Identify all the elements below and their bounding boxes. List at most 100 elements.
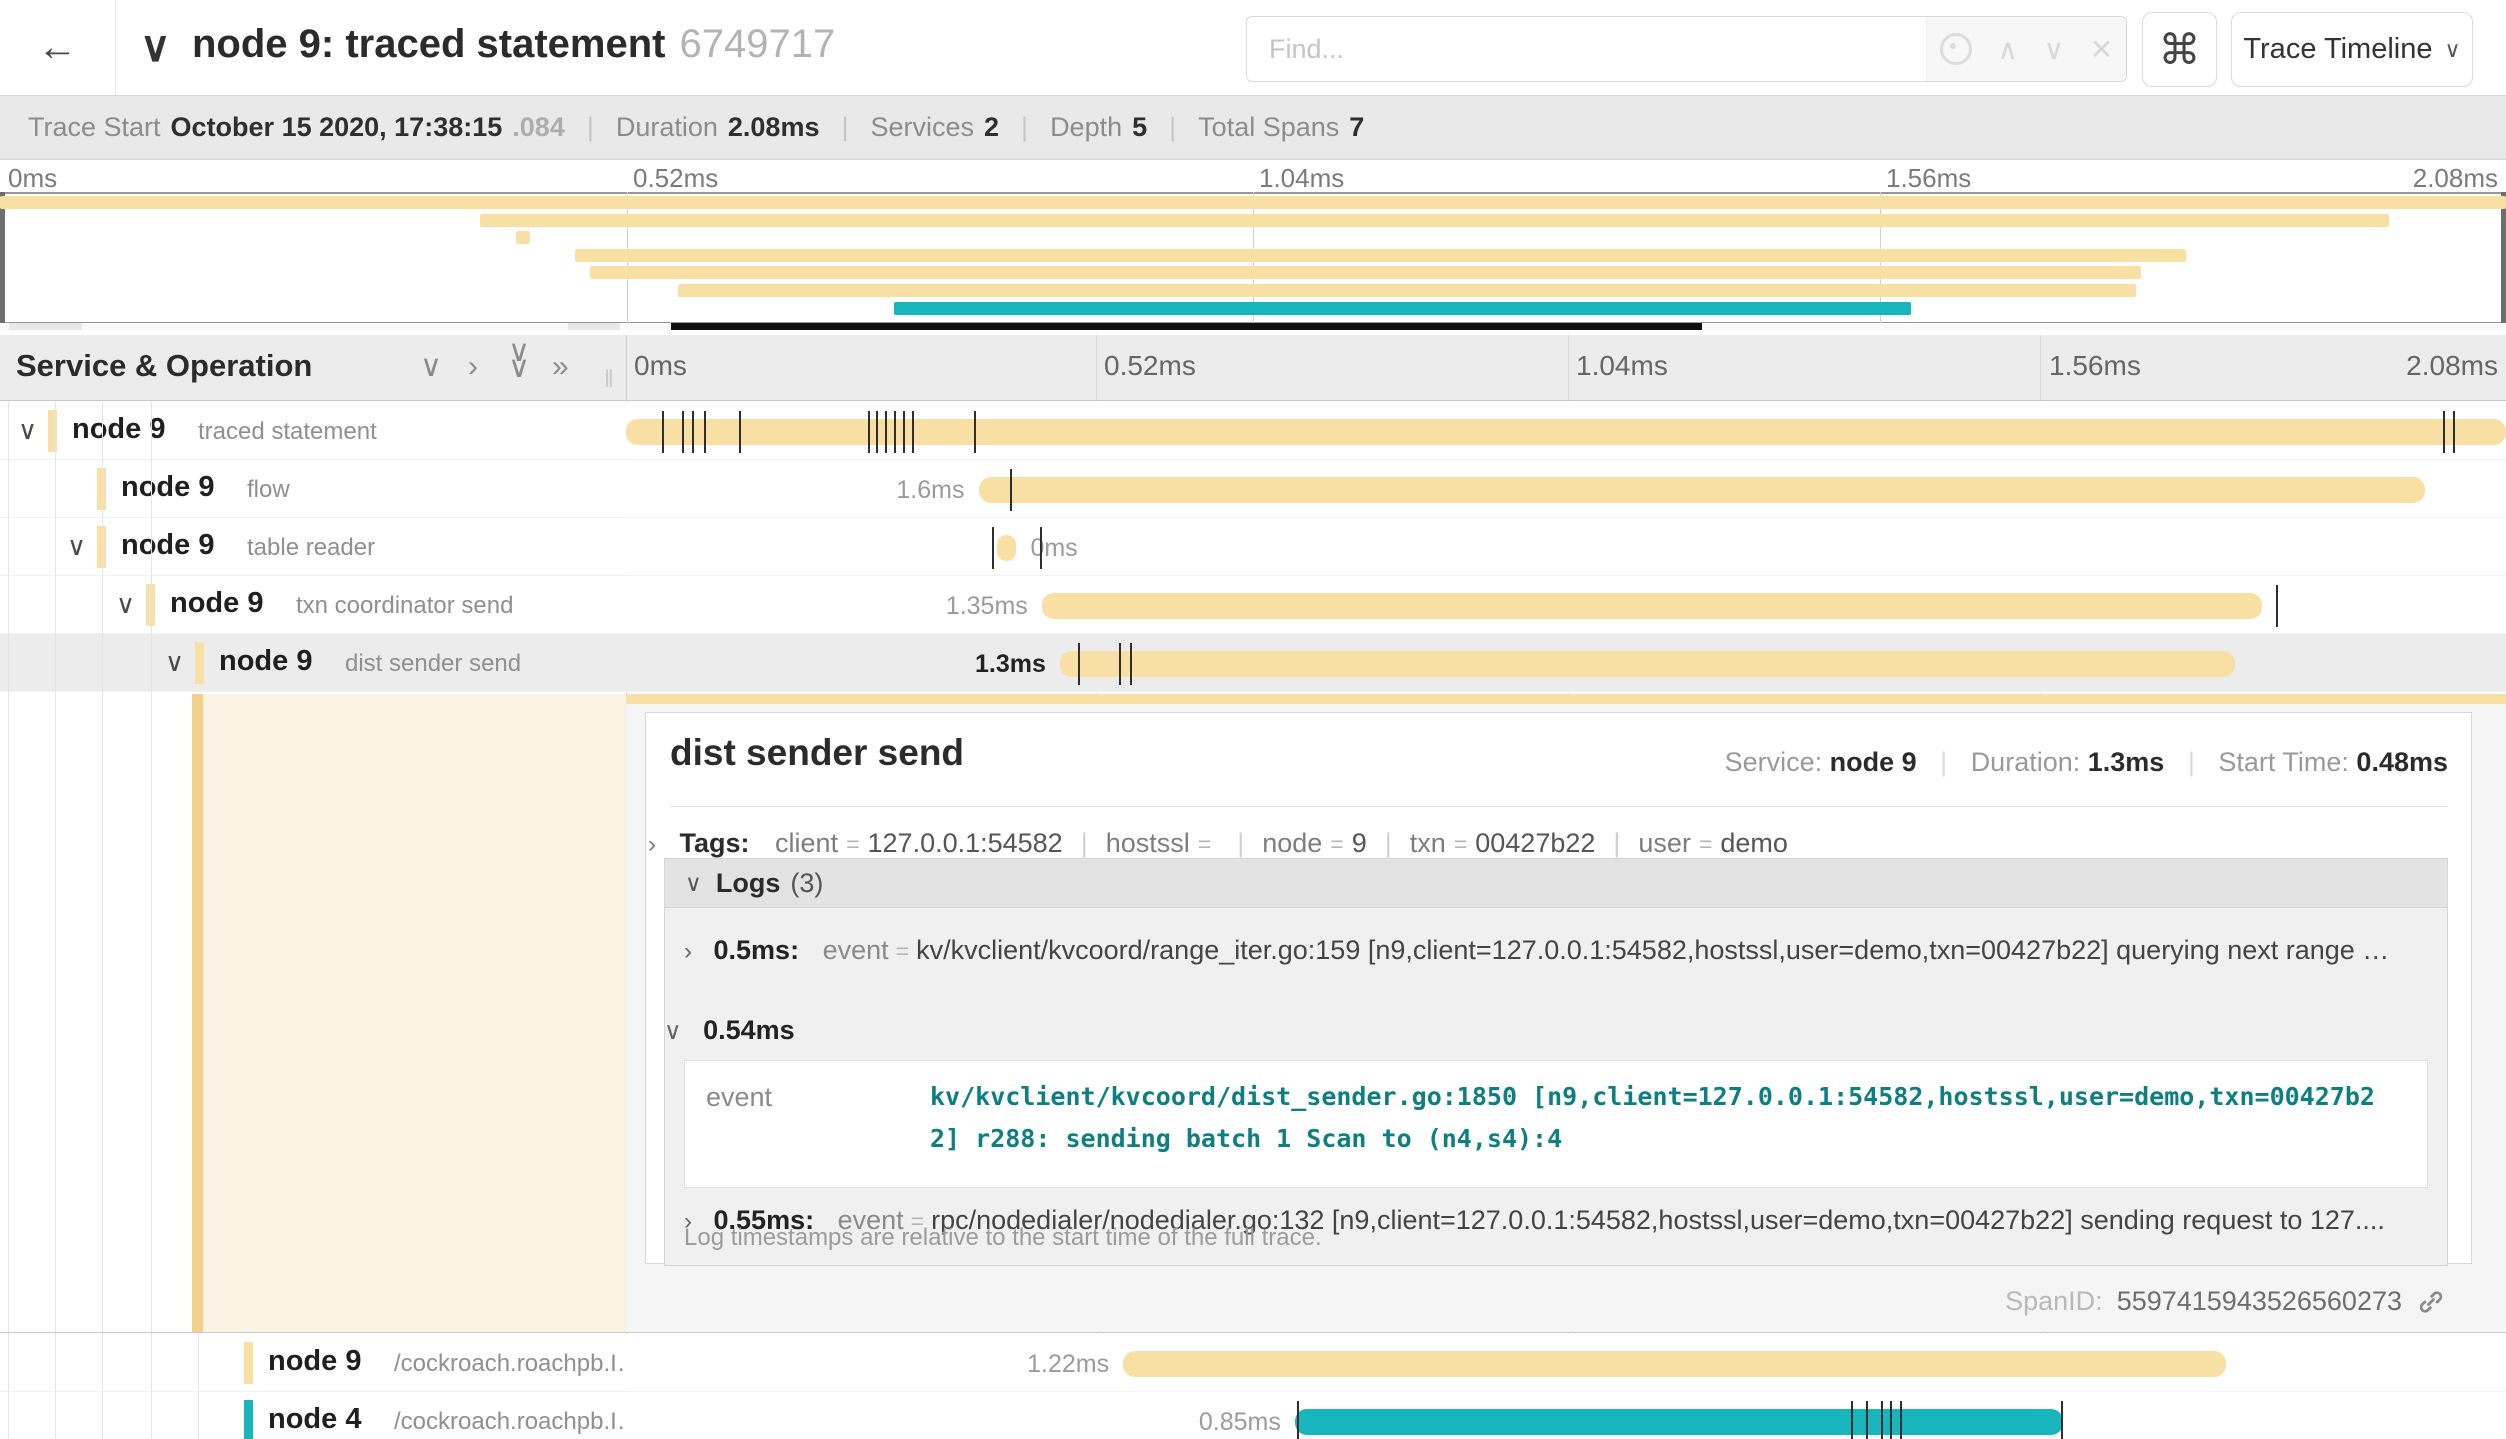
span-duration-bar[interactable] xyxy=(1042,593,2262,619)
minimap-span-bar xyxy=(480,214,2390,227)
timeline-axis-label: 0ms xyxy=(634,350,687,382)
log-marker-tick xyxy=(885,411,887,453)
trace-timeline-page: ← ∨ node 9: traced statement6749717 ∧ ∨ … xyxy=(0,0,2506,1439)
prev-match-icon[interactable]: ∧ xyxy=(1997,33,2018,66)
span-id-label: SpanID: xyxy=(2005,1286,2103,1317)
tag-value: 127.0.0.1:54582 xyxy=(868,828,1063,858)
logs-header[interactable]: ∨ Logs (3) xyxy=(664,858,2448,908)
minimap-left-handle[interactable] xyxy=(0,192,5,324)
find-input[interactable] xyxy=(1247,17,1926,81)
copy-link-icon[interactable] xyxy=(2416,1287,2446,1317)
find-bar: ∧ ∨ ✕ xyxy=(1246,16,2127,82)
span-service-name: node 9 xyxy=(219,645,312,678)
span-expand-chevron-icon[interactable]: ∨ xyxy=(165,647,184,678)
tag-key: node xyxy=(1262,828,1322,858)
tags-row[interactable]: › Tags: client=127.0.0.1:54582|hostssl=|… xyxy=(648,828,1788,859)
log-time: 0.54ms xyxy=(703,1015,795,1045)
log-marker-tick xyxy=(682,411,684,453)
log-time: 0.5ms: xyxy=(714,935,800,965)
span-duration-label: 1.22ms xyxy=(1027,1350,1109,1379)
next-match-icon[interactable]: ∨ xyxy=(2044,33,2065,66)
column-resize-grip[interactable]: ‖ xyxy=(604,366,616,394)
span-row-name[interactable]: node 9flow xyxy=(0,460,626,518)
span-duration-bar[interactable] xyxy=(626,419,2506,445)
equals-sign: = xyxy=(896,938,909,964)
keyboard-shortcuts-button[interactable]: ⌘ xyxy=(2142,12,2217,87)
span-row-timeline[interactable]: 1.6ms xyxy=(626,460,2506,518)
span-duration-bar[interactable] xyxy=(1295,1409,2063,1435)
span-row-name[interactable]: ∨node 9traced statement xyxy=(0,402,626,460)
timeline-gridline xyxy=(1568,335,1569,401)
span-color-bar xyxy=(244,1342,253,1384)
span-row-timeline[interactable]: 0.85ms xyxy=(626,1392,2506,1439)
trace-summary-bar: Trace Start October 15 2020, 17:38:15.08… xyxy=(0,95,2506,160)
trace-start-label: Trace Start xyxy=(28,112,161,143)
expand-one-icon[interactable]: › xyxy=(468,352,478,382)
view-selector-label: Trace Timeline xyxy=(2243,33,2432,66)
back-button[interactable]: ← xyxy=(0,0,116,95)
span-duration-bar[interactable] xyxy=(1123,1351,2226,1377)
span-detail-meta: Service: node 9 | Duration: 1.3ms | Star… xyxy=(1725,747,2448,778)
span-duration-bar[interactable] xyxy=(1060,651,2235,677)
tag-key: hostssl xyxy=(1106,828,1190,858)
page-title: node 9: traced statement6749717 xyxy=(192,22,835,67)
span-duration-bar[interactable] xyxy=(979,477,2425,503)
span-row-timeline[interactable] xyxy=(626,402,2506,460)
span-row-timeline[interactable]: 1.35ms xyxy=(626,576,2506,634)
minimap-axis-label: 1.04ms xyxy=(1259,163,1344,194)
divider: | xyxy=(1169,112,1176,143)
span-id-value: 5597415943526560273 xyxy=(2117,1286,2402,1317)
chevron-right-icon: › xyxy=(648,831,656,858)
span-row-name[interactable]: ∨node 9dist sender send xyxy=(0,634,626,692)
span-duration-bar[interactable] xyxy=(997,535,1017,561)
depth-value: 5 xyxy=(1132,112,1147,143)
log-marker-tick xyxy=(903,411,905,453)
minimap-scroll-bar[interactable] xyxy=(671,323,1702,330)
span-row-timeline[interactable]: 1.22ms xyxy=(626,1334,2506,1392)
log-marker-tick xyxy=(912,411,914,453)
timeline-axis-label: 1.04ms xyxy=(1576,350,1668,382)
log-marker-tick xyxy=(894,411,896,453)
trace-id: 6749717 xyxy=(679,22,835,66)
log-marker-tick xyxy=(2061,1401,2063,1439)
span-row-name[interactable]: node 4/cockroach.roachpb.I… xyxy=(0,1392,626,1439)
back-arrow-icon: ← xyxy=(38,25,78,70)
log-entry-1[interactable]: › 0.5ms: event=kv/kvclient/kvcoord/range… xyxy=(684,935,2424,966)
log-marker-tick xyxy=(739,411,741,453)
span-expand-chevron-icon[interactable]: ∨ xyxy=(18,415,37,446)
span-row-name[interactable]: ∨node 9txn coordinator send xyxy=(0,576,626,634)
log-marker-tick xyxy=(1866,1401,1868,1439)
span-expand-chevron-icon[interactable]: ∨ xyxy=(67,531,86,562)
tag-key: user xyxy=(1638,828,1691,858)
span-color-bar xyxy=(244,1400,253,1439)
span-row-name[interactable]: node 9/cockroach.roachpb.I… xyxy=(0,1334,626,1392)
minimap-right-handle[interactable] xyxy=(2501,192,2506,324)
service-label: Service: xyxy=(1725,747,1823,777)
view-selector-button[interactable]: Trace Timeline ∨ xyxy=(2231,12,2473,87)
collapse-one-icon[interactable]: ∨ xyxy=(420,352,442,382)
equals-sign: = xyxy=(1454,831,1467,857)
divider: | xyxy=(587,112,594,143)
trace-collapse-icon[interactable]: ∨ xyxy=(140,22,171,71)
span-expand-chevron-icon[interactable]: ∨ xyxy=(116,589,135,620)
clear-find-icon[interactable]: ✕ xyxy=(2090,33,2113,66)
page-header: ← ∨ node 9: traced statement6749717 ∧ ∨ … xyxy=(0,0,2506,95)
tags-label: Tags: xyxy=(680,828,750,858)
span-row-name[interactable]: ∨node 9table reader xyxy=(0,518,626,576)
log-marker-tick xyxy=(2453,411,2455,453)
total-spans-value: 7 xyxy=(1349,112,1364,143)
log-entry-2-header[interactable]: ∨ 0.54ms xyxy=(664,1015,811,1046)
equals-sign: = xyxy=(1198,831,1211,857)
detail-row-bottom-border xyxy=(0,1332,2506,1333)
minimap-span-bar xyxy=(575,249,2186,262)
service-operation-header: Service & Operation xyxy=(16,348,312,384)
tag-value: demo xyxy=(1720,828,1788,858)
log-marker-tick xyxy=(1130,643,1132,685)
log-marker-tick xyxy=(1010,469,1012,511)
locate-icon[interactable] xyxy=(1940,33,1972,65)
span-row-timeline[interactable]: 0ms xyxy=(626,518,2506,576)
collapse-all-icon[interactable]: ∨∨ xyxy=(508,344,530,376)
expand-all-icon[interactable]: » xyxy=(552,352,569,382)
span-row-timeline[interactable]: 1.3ms xyxy=(626,634,2506,692)
log-marker-tick xyxy=(1900,1401,1902,1439)
